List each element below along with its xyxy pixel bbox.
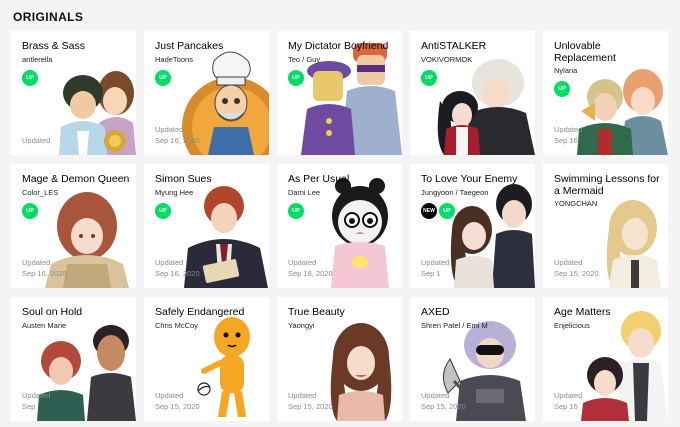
up-badge: UP <box>155 69 171 86</box>
comic-card-unlovable-replacement[interactable]: Unlovable Replacement Nylana UP Updated S… <box>543 31 668 155</box>
updated-date: Sep 16, 2020 <box>155 136 200 145</box>
comic-card-soul-on-hold[interactable]: Soul on Hold Austen Marie Updated Sep <box>11 297 136 421</box>
updated-label: Updated <box>155 125 184 134</box>
up-badge: UP <box>288 202 304 219</box>
comic-author: Nylana <box>554 66 578 75</box>
comic-title: To Love Your Enemy <box>421 174 518 185</box>
comic-card-to-love-your-enemy[interactable]: To Love Your Enemy Jungyoon / Taegeon NE… <box>410 164 535 288</box>
update-info: Updated Sep <box>22 390 50 412</box>
up-badge: UP <box>288 69 304 86</box>
updated-label: Updated <box>22 136 51 145</box>
updated-date: Sep 15 <box>554 402 578 411</box>
comic-card-brass-and-sass[interactable]: Brass & Sass antlerella UP Updated <box>11 31 136 155</box>
updated-label: Updated <box>421 391 450 400</box>
comic-title: AntiSTALKER <box>421 41 487 52</box>
comic-author: Color_LES <box>22 187 59 197</box>
comic-card-axed[interactable]: AXED Shren Patel / Emi M Updated Sep 15, … <box>410 297 535 421</box>
comic-author: Shren Patel / Emi M <box>421 320 488 330</box>
comic-card-true-beauty[interactable]: True Beauty Yaongyi Updated Sep 15, 2020 <box>277 297 402 421</box>
update-info: Updated Sep 15, 2020 <box>155 390 200 412</box>
comic-author: Chris McCoy <box>155 320 198 330</box>
up-badge: UP <box>22 69 38 86</box>
update-info: Updated Sep 15, 2020 <box>421 390 466 412</box>
comic-author: Teo / Guy <box>288 54 321 64</box>
comic-author: YONGCHAN <box>554 199 598 208</box>
section-title: ORIGINALS <box>13 10 84 24</box>
updated-label: Updated <box>288 391 317 400</box>
updated-label: Updated <box>155 258 184 267</box>
comic-author: VOKIVORMOK <box>421 54 473 64</box>
comic-author: Enjelicious <box>554 320 590 330</box>
comic-author: Dami Lee <box>288 187 321 197</box>
updated-date: Sep 15, 2020 <box>288 402 333 411</box>
comic-card-safely-endangered[interactable]: Safely Endangered Chris McCoy Updated Sep… <box>144 297 269 421</box>
update-info: Updated <box>22 135 50 146</box>
updated-date: Sep 16, 2020 <box>288 269 333 278</box>
updated-date: Sep 16, 2020 <box>22 269 67 278</box>
comic-card-swimming-lessons-for-a-mermaid[interactable]: Swimming Lessons for a Mermaid YONGCHAN … <box>543 164 668 288</box>
comic-card-as-per-usual[interactable]: As Per Usual Dami Lee UP Updated Sep 16, … <box>277 164 402 288</box>
comic-title: Unlovable Replacement <box>554 41 616 64</box>
comic-title: Simon Sues <box>155 174 212 185</box>
update-info: Updated Sep 16, <box>554 124 582 146</box>
up-badge: UP <box>439 202 455 219</box>
updated-date: Sep <box>22 402 36 411</box>
updated-label: Updated <box>554 258 583 267</box>
updated-label: Updated <box>554 125 583 134</box>
update-info: Updated Sep 16, 2020 <box>22 257 67 279</box>
update-info: Updated Sep 16, 2020 <box>288 257 333 279</box>
comic-card-just-pancakes[interactable]: Just Pancakes HadeToons UP Updated Sep 16… <box>144 31 269 155</box>
updated-date: Sep 15, 2020 <box>155 402 200 411</box>
comic-title: Just Pancakes <box>155 41 224 52</box>
comic-title: As Per Usual <box>288 174 350 185</box>
comic-title: Safely Endangered <box>155 307 245 318</box>
up-badge: UP <box>554 81 570 97</box>
comic-card-simon-sues[interactable]: Simon Sues Myung Hee UP Updated Sep 16, 2… <box>144 164 269 288</box>
comic-title: True Beauty <box>288 307 345 318</box>
up-badge: UP <box>421 69 437 86</box>
updated-date: Sep 16, 2020 <box>155 269 200 278</box>
comic-title: Soul on Hold <box>22 307 83 318</box>
update-info: Updated Sep 16, 2020 <box>155 257 200 279</box>
comic-author: Austen Marie <box>22 320 67 330</box>
new-badge: NEW <box>421 202 437 219</box>
updated-label: Updated <box>554 391 583 400</box>
updated-label: Updated <box>22 391 51 400</box>
comic-author: Myung Hee <box>155 187 194 197</box>
up-badge: UP <box>22 202 38 219</box>
comic-author: Yaongyi <box>288 320 315 330</box>
update-info: Updated Sep 15, 2020 <box>288 390 333 412</box>
comic-card-my-dictator-boyfriend[interactable]: My Dictator Boyfriend Teo / Guy UP <box>277 31 402 155</box>
comic-title: AXED <box>421 307 450 318</box>
comic-card-age-matters[interactable]: Age Matters Enjelicious Updated Sep 15 <box>543 297 668 421</box>
comic-title: My Dictator Boyfriend <box>288 41 389 52</box>
comic-author: Jungyoon / Taegeon <box>421 187 489 197</box>
comic-card-mage-and-demon-queen[interactable]: Mage & Demon Queen Color_LES UP Updated S… <box>11 164 136 288</box>
comic-title: Swimming Lessons for a Mermaid <box>554 174 660 197</box>
up-badge: UP <box>155 202 171 219</box>
updated-label: Updated <box>22 258 51 267</box>
update-info: Updated Sep 16, 2020 <box>155 124 200 146</box>
update-info: Updated Sep 15, 2020 <box>554 257 599 279</box>
updated-label: Updated <box>288 258 317 267</box>
comic-title: Age Matters <box>554 307 611 318</box>
updated-date: Sep 1 <box>421 269 441 278</box>
updated-date: Sep 15, 2020 <box>421 402 466 411</box>
updated-label: Updated <box>421 258 450 267</box>
comic-card-antistalker[interactable]: AntiSTALKER VOKIVORMOK UP <box>410 31 535 155</box>
comic-author: HadeToons <box>155 54 193 64</box>
updated-date: Sep 16, <box>554 136 580 145</box>
comic-title: Brass & Sass <box>22 41 86 52</box>
update-info: Updated Sep 15 <box>554 390 582 412</box>
comic-author: antlerella <box>22 54 53 64</box>
comic-title: Mage & Demon Queen <box>22 174 130 185</box>
update-info: Updated Sep 1 <box>421 257 449 279</box>
updated-date: Sep 15, 2020 <box>554 269 599 278</box>
updated-label: Updated <box>155 391 184 400</box>
